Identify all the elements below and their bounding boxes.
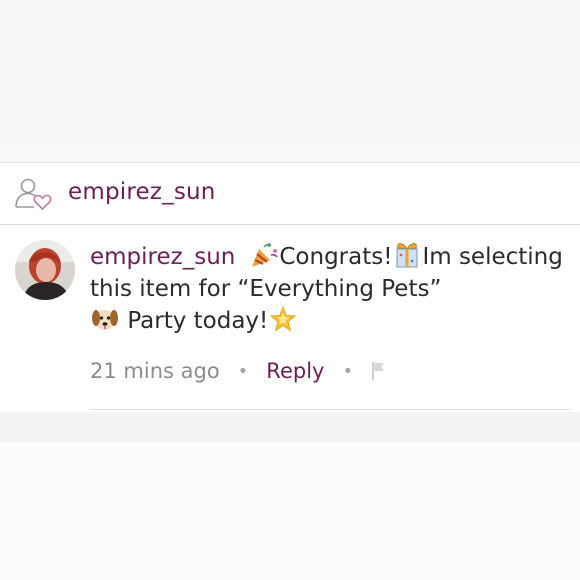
app-screen: empirez_sun empirez_sun Congrats! Im sel… <box>0 0 580 580</box>
likes-row[interactable]: empirez_sun <box>0 163 580 224</box>
user-avatar[interactable] <box>15 240 75 300</box>
flag-icon[interactable] <box>371 361 387 381</box>
comment-text-part1: Congrats! <box>279 244 393 270</box>
gift-icon <box>396 243 418 268</box>
liker-username[interactable]: empirez_sun <box>68 179 216 205</box>
comment-meta: 21 mins ago • Reply • <box>90 355 387 387</box>
comment-item: empirez_sun Congrats! Im selecting this … <box>0 225 580 412</box>
comment-text-part3: Party today! <box>127 308 269 334</box>
user-heart-icon <box>15 178 52 211</box>
comment-author[interactable]: empirez_sun <box>90 244 235 270</box>
bottom-band <box>0 412 580 442</box>
party-popper-icon <box>252 243 278 267</box>
divider <box>90 409 570 410</box>
bottom-background <box>0 442 580 580</box>
timestamp: 21 mins ago <box>90 359 220 383</box>
separator-dot: • <box>237 360 249 382</box>
reply-button[interactable]: Reply <box>266 359 324 383</box>
comment-text: empirez_sun Congrats! Im selecting this … <box>90 241 570 337</box>
separator-dot: • <box>342 360 354 382</box>
top-background <box>0 0 580 145</box>
glowing-star-icon <box>269 305 297 332</box>
dog-face-icon <box>92 310 118 330</box>
